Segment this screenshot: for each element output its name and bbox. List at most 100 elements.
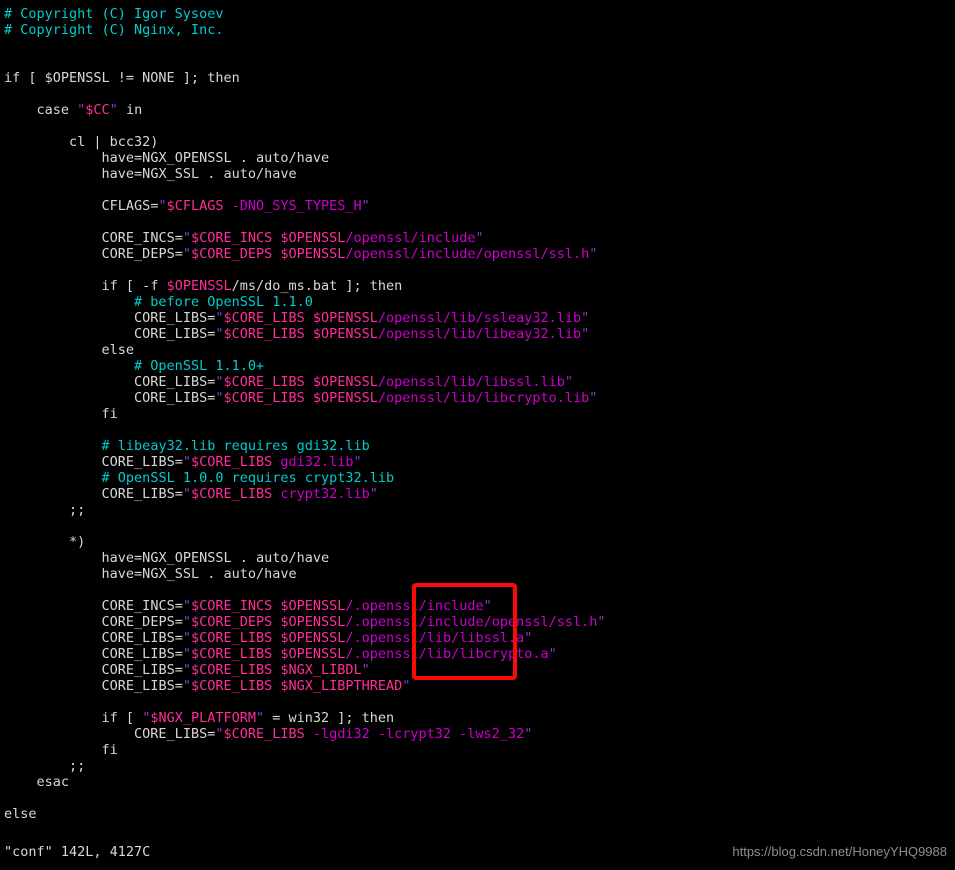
code-token-quote: " [182,598,191,614]
code-token-var: $CORE_DEPS [190,614,273,630]
code-token-str [305,374,313,390]
code-token-quote: " [182,230,191,246]
code-token-quote: " [182,662,191,678]
code-token-quote: " [182,486,191,502]
code-token-plain: CORE_LIBS= [134,390,216,406]
code-token-plain: else [4,806,37,822]
code-token-quote: " [361,662,370,678]
code-token-comment: # Copyright (C) Igor Sysoev [4,6,224,22]
code-token-quote: " [589,246,598,262]
code-token-quote: " [475,230,484,246]
code-line: have=NGX_SSL . auto/have [4,166,952,182]
code-token-var: $CORE_LIBS [223,390,305,406]
code-line: CORE_LIBS= " $CORE_LIBS $OPENSSL/openssl/l… [4,390,952,406]
code-token-var: $CORE_LIBS [190,662,273,678]
code-line: CORE_INCS="$CORE_INCS $OPENSSL/openssl/i… [4,230,952,246]
code-line: ;; [4,758,952,774]
code-token-comment: # OpenSSL 1.0.0 requires crypt32.lib [101,470,395,486]
code-token-quote: " [182,678,191,694]
code-token-str: /openssl/lib/libeay32.lib [377,326,582,342]
vim-buffer[interactable]: # Copyright (C) Igor Sysoev # Copyright (… [4,6,952,822]
code-token-quote: " [109,102,118,118]
code-token-plain: CORE_INCS= [101,230,183,246]
terminal-window[interactable]: # Copyright (C) Igor Sysoev # Copyright (… [0,0,955,870]
code-token-plain: ;; [69,502,86,518]
code-token-plain: CORE_DEPS= [101,246,183,262]
code-token-var: $CORE_DEPS [190,246,273,262]
code-line: # libeay32.lib requires gdi32.lib [4,438,952,454]
code-line: CORE_LIBS= " $CORE_LIBS $OPENSSL/openssl/l… [4,310,952,326]
code-token-var: $CORE_LIBS [190,678,273,694]
code-token-var: $OPENSSL [166,278,232,294]
code-token-str [305,326,313,342]
code-token-quote: " [353,454,362,470]
code-token-plain: have=NGX_OPENSSL . auto/have [101,550,330,566]
code-line: fi [4,742,952,758]
code-token-plain: /ms/do_ms.bat ]; then [231,278,403,294]
code-line: have=NGX_SSL . auto/have [4,566,952,582]
code-token-str: /.openssl/include/openssl/ssl.h [345,614,598,630]
code-token-plain: CORE_LIBS= [101,486,183,502]
code-token-quote: " [402,678,411,694]
code-token-plain: in [117,102,143,118]
code-token-var: $OPENSSL [280,598,346,614]
code-token-quote: " [182,630,191,646]
code-token-plain: if [ -f [101,278,167,294]
code-token-var: $CORE_LIBS [190,646,273,662]
code-token-str [305,390,313,406]
code-token-str: /.openssl/lib/libssl.a [345,630,525,646]
code-token-plain: case [36,102,78,118]
code-token-comment: # libeay32.lib requires gdi32.lib [101,438,370,454]
code-line: CORE_LIBS="$CORE_LIBS gdi32.lib" [4,454,952,470]
code-token-var: $NGX_LIBPTHREAD [280,678,403,694]
code-line: fi [4,406,952,422]
code-token-quote: " [369,486,378,502]
code-token-plain: else [101,342,135,358]
code-token-plain: CORE_LIBS= [101,646,183,662]
code-token-var: $CORE_LIBS [190,630,273,646]
code-line: CORE_LIBS= " $CORE_LIBS -lgdi32 -lcrypt32 … [4,726,952,742]
code-token-var: $CORE_LIBS [223,374,305,390]
code-token-plain: CORE_LIBS= [134,326,216,342]
code-token-comment: # OpenSSL 1.1.0+ [134,358,265,374]
code-line: if [ -f $OPENSSL/ms/do_ms.bat ]; then [4,278,952,294]
code-line: ;; [4,502,952,518]
code-token-quote: " [524,726,533,742]
code-line: case "$CC" in [4,102,952,118]
code-line: *) [4,534,952,550]
code-token-quote: " [564,374,573,390]
code-token-var: $CORE_LIBS [190,454,273,470]
code-line: # OpenSSL 1.1.0+ [4,358,952,374]
code-token-plain: CORE_LIBS= [101,678,183,694]
code-token-str: -lgdi32 -lcrypt32 -lws2_32 [304,726,525,742]
code-token-quote: " [589,390,598,406]
code-token-var: $NGX_LIBDL [280,662,362,678]
code-token-var: $CORE_LIBS [223,726,305,742]
code-token-quote: " [581,326,590,342]
code-token-plain: CFLAGS= [101,198,159,214]
code-token-str: /.openssl/lib/libcrypto.a [345,646,549,662]
